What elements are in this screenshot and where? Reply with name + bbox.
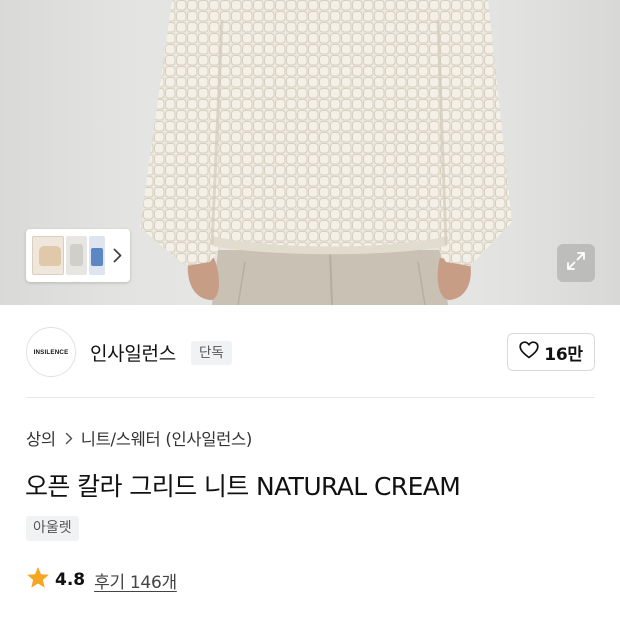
thumbnail-strip (26, 229, 130, 282)
star-icon (26, 566, 50, 594)
reviews-link[interactable]: 후기 146개 (94, 568, 177, 593)
like-button[interactable]: 16만 (507, 333, 595, 371)
product-image-carousel[interactable] (0, 0, 620, 305)
chevron-right-icon (65, 432, 73, 445)
expand-arrows-icon (565, 250, 587, 277)
brand-logo[interactable]: INSILENCE (26, 327, 76, 377)
rating-value: 4.8 (55, 570, 86, 590)
thumbnail-grey-model[interactable] (66, 236, 88, 275)
product-title: 오픈 칼라 그리드 니트 NATURAL CREAM (25, 472, 461, 501)
brand-name[interactable]: 인사일런스 (90, 339, 176, 366)
brand-row: INSILENCE 인사일런스 단독 16만 (0, 305, 620, 399)
rating-row: 4.8 후기 146개 (26, 566, 177, 594)
heart-outline-icon (519, 340, 539, 364)
exclusive-badge: 단독 (191, 341, 232, 365)
thumbnail-blue-model[interactable] (89, 236, 105, 275)
breadcrumb-category[interactable]: 상의 (26, 426, 56, 450)
outlet-tag: 아울렛 (26, 516, 79, 541)
breadcrumb-subcategory[interactable]: 니트/스웨터 (인사일런스) (81, 426, 253, 450)
chevron-right-icon[interactable] (111, 246, 124, 266)
expand-image-button[interactable] (557, 244, 595, 282)
like-count: 16만 (544, 344, 583, 365)
brand-logo-text: INSILENCE (33, 348, 69, 356)
thumbnail-cream-sweater[interactable] (32, 236, 65, 275)
section-divider (26, 397, 595, 398)
breadcrumb: 상의 니트/스웨터 (인사일런스) (26, 426, 252, 450)
